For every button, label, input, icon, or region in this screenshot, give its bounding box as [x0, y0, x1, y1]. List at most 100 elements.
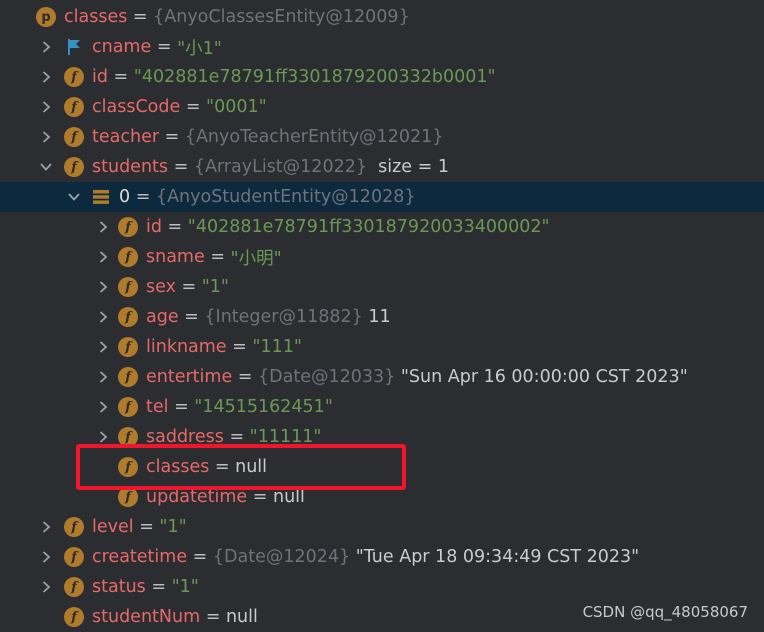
chevron-right-icon[interactable] — [38, 512, 54, 542]
tree-row[interactable]: f teacher = {AnyoTeacherEntity@12021} — [0, 122, 764, 152]
equals-sign: = — [127, 7, 154, 27]
array-element-icon — [91, 187, 111, 207]
chevron-right-icon[interactable] — [95, 212, 111, 242]
string-value: "402881e78791ff330187920033400002" — [187, 217, 550, 237]
variable-name: id — [92, 67, 108, 87]
chevron-right-icon[interactable] — [95, 242, 111, 272]
equals-sign: = — [178, 307, 205, 327]
plain-value: null — [273, 487, 305, 507]
chevron-right-icon[interactable] — [95, 392, 111, 422]
tree-row-content: f sname = "小明" — [118, 242, 282, 272]
tree-row[interactable]: f id = "402881e78791ff3301879200332b0001" — [0, 62, 764, 92]
tree-row[interactable]: f entertime = {Date@12033} "Sun Apr 16 00… — [0, 362, 764, 392]
tree-row[interactable]: f sex = "1" — [0, 272, 764, 302]
object-reference: {AnyoClassesEntity@12009} — [153, 7, 410, 27]
variable-name: tel — [146, 397, 169, 417]
tree-row[interactable]: f tel = "14515162451" — [0, 392, 764, 422]
object-reference: {Date@12033} — [258, 367, 396, 387]
plain-value: size = 1 — [366, 157, 449, 177]
tree-row-content: 0 = {AnyoStudentEntity@12028} — [91, 182, 415, 212]
chevron-right-icon[interactable] — [38, 572, 54, 602]
tree-row[interactable]: f level = "1" — [0, 512, 764, 542]
equals-sign: = — [161, 217, 188, 237]
field-icon: f — [64, 97, 84, 117]
tree-row[interactable]: f linkname = "111" — [0, 332, 764, 362]
object-reference: {Date@12024} — [212, 547, 351, 567]
chevron-down-icon[interactable] — [38, 152, 54, 182]
tree-row[interactable]: f classCode = "0001" — [0, 92, 764, 122]
chevron-right-icon[interactable] — [95, 272, 111, 302]
string-value: "1" — [159, 517, 187, 537]
field-icon: f — [118, 247, 138, 267]
equals-sign: = — [159, 127, 185, 147]
chevron-right-icon[interactable] — [95, 302, 111, 332]
field-icon: f — [64, 127, 84, 147]
chevron-right-icon[interactable] — [38, 32, 54, 62]
tree-row[interactable]: p classes = {AnyoClassesEntity@12009} — [0, 2, 764, 32]
field-icon: f — [118, 487, 138, 507]
variable-name: studentNum — [92, 607, 201, 627]
field-icon: f — [118, 277, 138, 297]
tree-row[interactable]: f id = "402881e78791ff330187920033400002" — [0, 212, 764, 242]
equals-sign: = — [133, 517, 160, 537]
tree-row[interactable]: f age = {Integer@11882} 11 — [0, 302, 764, 332]
field-icon: f — [64, 517, 84, 537]
field-icon: f — [118, 367, 138, 387]
tree-row-content: f classCode = "0001" — [64, 92, 267, 122]
equals-sign: = — [226, 337, 253, 357]
tree-row-content: f studentNum = null — [64, 602, 258, 632]
plain-value: 11 — [362, 307, 391, 327]
tree-row-content: p classes = {AnyoClassesEntity@12009} — [36, 2, 410, 32]
chevron-down-icon[interactable] — [66, 182, 82, 212]
field-icon: f — [118, 217, 138, 237]
chevron-right-icon[interactable] — [95, 332, 111, 362]
chevron-right-icon[interactable] — [95, 362, 111, 392]
tree-row-content: f entertime = {Date@12033} "Sun Apr 16 00… — [118, 362, 688, 392]
equals-sign: = — [130, 187, 156, 207]
variable-name: sname — [146, 247, 205, 267]
variable-name: 0 — [119, 187, 131, 207]
tree-row-content: f createtime = {Date@12024} "Tue Apr 18 0… — [64, 542, 639, 572]
field-icon: f — [64, 607, 84, 627]
field-icon: f — [64, 157, 84, 177]
tree-row-content: f status = "1" — [64, 572, 199, 602]
string-value: "14515162451" — [194, 397, 333, 417]
field-icon: f — [64, 547, 84, 567]
chevron-right-icon[interactable] — [38, 62, 54, 92]
variable-name: level — [92, 517, 134, 537]
variable-name: classCode — [92, 97, 181, 117]
tree-row[interactable]: cname = "小1" — [0, 32, 764, 62]
tree-row-content: f id = "402881e78791ff330187920033400002" — [118, 212, 550, 242]
chevron-right-icon[interactable] — [38, 542, 54, 572]
equals-sign: = — [232, 367, 259, 387]
tree-row[interactable]: f status = "1" — [0, 572, 764, 602]
object-reference: {ArrayList@12022} — [193, 157, 367, 177]
variable-name: id — [146, 217, 162, 237]
object-reference: {AnyoTeacherEntity@12021} — [184, 127, 444, 147]
tree-row[interactable]: f sname = "小明" — [0, 242, 764, 272]
equals-sign: = — [145, 577, 172, 597]
chevron-right-icon[interactable] — [38, 122, 54, 152]
variable-name: createtime — [92, 547, 188, 567]
string-value: "小明" — [230, 248, 282, 269]
tree-row-content: f teacher = {AnyoTeacherEntity@12021} — [64, 122, 443, 152]
string-value: "1" — [171, 577, 199, 597]
variable-name: students — [92, 157, 169, 177]
string-value: "0001" — [206, 97, 267, 117]
equals-sign: = — [204, 247, 231, 267]
equals-sign: = — [180, 97, 207, 117]
variable-name: sex — [146, 277, 176, 297]
tree-row[interactable]: f students = {ArrayList@12022} size = 1 — [0, 152, 764, 182]
tree-row[interactable]: f createtime = {Date@12024} "Tue Apr 18 0… — [0, 542, 764, 572]
field-icon: f — [118, 397, 138, 417]
tree-row-content: f students = {ArrayList@12022} size = 1 — [64, 152, 449, 182]
equals-sign: = — [187, 547, 213, 567]
red-highlight-box — [76, 444, 406, 490]
chevron-right-icon[interactable] — [38, 92, 54, 122]
variable-name: status — [92, 577, 146, 597]
tree-row[interactable]: 0 = {AnyoStudentEntity@12028} — [0, 182, 764, 212]
flag-icon — [64, 37, 84, 57]
string-value: "402881e78791ff3301879200332b0001" — [133, 67, 496, 87]
string-value: "1" — [201, 277, 229, 297]
tree-row-content: f linkname = "111" — [118, 332, 302, 362]
